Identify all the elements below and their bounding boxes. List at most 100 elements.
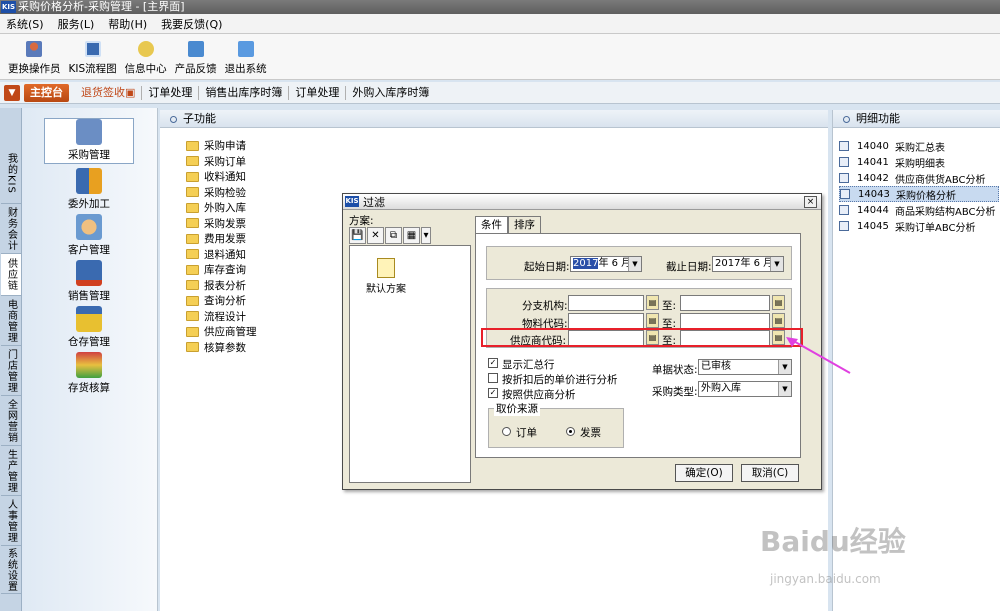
vtab-supply-chain[interactable]: 供应链 (1, 254, 21, 296)
vtab-marketing[interactable]: 全网营销 (1, 396, 21, 446)
purchase-type-label: 采购类型: (652, 386, 698, 398)
discount-price-checkbox[interactable] (488, 373, 498, 383)
menu-help[interactable]: 帮助(H) (108, 16, 147, 32)
menu-bar: 系统(S) 服务(L) 帮助(H) 我要反馈(Q) (0, 14, 1000, 34)
folder-item[interactable]: 收料通知 (186, 169, 257, 185)
vtab-ecommerce[interactable]: 电商管理 (1, 296, 21, 346)
toolbar: 更换操作员 KIS流程图 信息中心 产品反馈 退出系统 (0, 34, 1000, 80)
vtab-finance[interactable]: 财务会计 (1, 204, 21, 254)
branch-label: 分支机构: (522, 300, 568, 312)
folder-item[interactable]: 采购检验 (186, 185, 257, 201)
branch-from-input[interactable] (568, 295, 644, 311)
vtab-store[interactable]: 门店管理 (1, 346, 21, 396)
folder-open-icon (186, 280, 199, 291)
purchase-type-select[interactable]: 外购入库 ▼ (698, 381, 792, 397)
outsourcing-icon (76, 168, 102, 194)
chevron-down-icon: ▼ (628, 257, 641, 271)
folder-icon (186, 156, 199, 167)
order-radio-label: 订单 (516, 427, 537, 439)
chevron-down-icon[interactable]: ▾ (421, 227, 431, 244)
vtab-hr[interactable]: 人事管理 (1, 496, 21, 546)
save-icon[interactable]: 💾 (349, 227, 366, 244)
product-feedback-button[interactable]: 产品反馈 (171, 34, 221, 80)
close-icon[interactable]: × (804, 196, 817, 208)
folder-item[interactable]: 核算参数 (186, 340, 257, 356)
kis-flowchart-button[interactable]: KIS流程图 (65, 34, 121, 80)
folder-item[interactable]: 费用发票 (186, 231, 257, 247)
start-date-label: 起始日期: (524, 261, 570, 273)
cancel-button[interactable]: 取消(C) (741, 464, 799, 482)
folder-item[interactable]: 查询分析 (186, 293, 257, 309)
detail-item-price-analysis[interactable]: 14043 采购价格分析 (839, 186, 999, 202)
module-warehouse[interactable]: 仓存管理 (44, 306, 134, 349)
module-purchase[interactable]: 采购管理 (44, 118, 134, 164)
order-radio[interactable] (502, 427, 511, 436)
customer-icon (76, 214, 102, 240)
detail-item[interactable]: 14042 供应商供货ABC分析 (839, 170, 999, 186)
folder-item-report-analysis[interactable]: 报表分析 (186, 277, 257, 294)
tab-main-console[interactable]: 主控台 (24, 83, 69, 102)
detail-item[interactable]: 14045 采购订单ABC分析 (839, 218, 999, 234)
material-to-input[interactable] (680, 313, 770, 329)
info-center-button[interactable]: 信息中心 (121, 34, 171, 80)
nav-dropdown-icon[interactable]: ▼ (4, 84, 20, 101)
branch-to-input[interactable] (680, 295, 770, 311)
report-icon (839, 221, 849, 231)
menu-feedback[interactable]: 我要反馈(Q) (161, 16, 222, 32)
feedback-icon (187, 41, 204, 57)
detail-item[interactable]: 14041 采购明细表 (839, 154, 999, 170)
tab-return-receipt[interactable]: 退货签收▣ (75, 85, 143, 100)
folder-item[interactable]: 退料通知 (186, 247, 257, 263)
detail-item[interactable]: 14044 商品采购结构ABC分析 (839, 202, 999, 218)
delete-icon[interactable]: ✕ (367, 227, 384, 244)
tab-sort[interactable]: 排序 (508, 216, 541, 233)
change-operator-button[interactable]: 更换操作员 (4, 34, 65, 80)
window-title: 采购价格分析-采购管理 - [主界面] (18, 0, 185, 13)
scheme-options-icon[interactable]: ▦ (403, 227, 420, 244)
invoice-radio[interactable] (566, 427, 575, 436)
tab-sales-outbound-journal[interactable]: 销售出库序时簿 (199, 85, 290, 100)
folder-item[interactable]: 供应商管理 (186, 324, 257, 340)
sub-function-header: 子功能 (160, 110, 828, 128)
filter-dialog-title: 过滤 (363, 195, 385, 209)
by-supplier-checkbox[interactable]: ✓ (488, 388, 498, 398)
scheme-item-default[interactable]: 默认方案 (360, 258, 412, 295)
material-from-lookup-icon[interactable]: ▤ (646, 313, 659, 328)
material-from-input[interactable] (568, 313, 644, 329)
branch-from-lookup-icon[interactable]: ▤ (646, 295, 659, 310)
module-sales[interactable]: 销售管理 (44, 260, 134, 303)
folder-item[interactable]: 采购发票 (186, 216, 257, 232)
delivery-truck-icon (76, 260, 102, 286)
end-date-picker[interactable]: 2017年 6 月13 ▼ (712, 256, 784, 272)
module-customer[interactable]: 客户管理 (44, 214, 134, 257)
material-to-lookup-icon[interactable]: ▤ (772, 313, 785, 328)
module-inventory-accounting[interactable]: 存货核算 (44, 352, 134, 395)
module-outsourcing[interactable]: 委外加工 (44, 168, 134, 211)
vtab-production[interactable]: 生产管理 (1, 446, 21, 496)
ok-button[interactable]: 确定(O) (675, 464, 733, 482)
detail-item[interactable]: 14040 采购汇总表 (839, 138, 999, 154)
copy-icon[interactable]: ⧉ (385, 227, 402, 244)
tab-order-processing-2[interactable]: 订单处理 (289, 85, 347, 100)
vtab-system[interactable]: 系统设置 (1, 546, 21, 594)
menu-system[interactable]: 系统(S) (6, 16, 44, 32)
scheme-list: 默认方案 (349, 245, 471, 483)
filter-tabs: 条件 排序 (475, 216, 541, 234)
branch-to-lookup-icon[interactable]: ▤ (772, 295, 785, 310)
vtab-my-kis[interactable]: 我的KIS (1, 144, 21, 204)
status-select[interactable]: 已审核 ▼ (698, 359, 792, 375)
tab-conditions[interactable]: 条件 (475, 216, 508, 234)
folder-item[interactable]: 外购入库 (186, 200, 257, 216)
folder-item[interactable]: 采购申请 (186, 138, 257, 154)
menu-service[interactable]: 服务(L) (58, 16, 95, 32)
start-date-picker[interactable]: 2017年 6 月 1 ▼ (570, 256, 642, 272)
show-total-checkbox[interactable]: ✓ (488, 358, 498, 368)
exit-system-button[interactable]: 退出系统 (221, 34, 271, 80)
module-panel: 采购管理 委外加工 客户管理 销售管理 仓存管理 存货核算 (22, 108, 158, 611)
tab-purchase-inbound-journal[interactable]: 外购入库序时簿 (346, 86, 435, 100)
folder-item[interactable]: 采购订单 (186, 154, 257, 170)
folder-item[interactable]: 流程设计 (186, 309, 257, 325)
folder-item[interactable]: 库存查询 (186, 262, 257, 278)
show-total-label: 显示汇总行 (502, 359, 555, 371)
tab-order-processing[interactable]: 订单处理 (142, 85, 200, 100)
